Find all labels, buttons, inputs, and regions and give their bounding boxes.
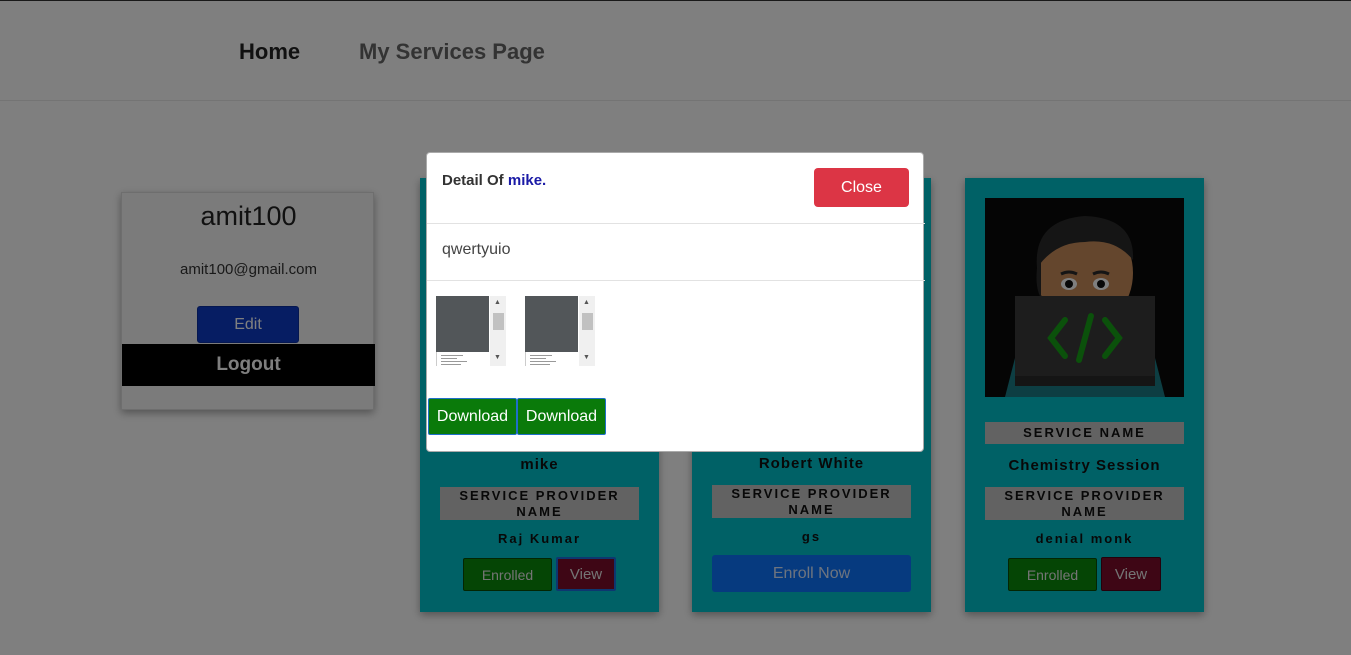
download-button[interactable]: Download <box>517 398 606 435</box>
scroll-up-arrow-icon[interactable]: ▲ <box>583 299 590 307</box>
modal-description: qwertyuio <box>442 241 511 258</box>
scrollbar-thumb[interactable] <box>493 313 504 330</box>
scroll-down-arrow-icon[interactable]: ▼ <box>494 354 501 362</box>
modal-title-name: mike. <box>507 172 547 189</box>
scroll-up-arrow-icon[interactable]: ▲ <box>494 299 501 307</box>
detail-modal: Detail Of mike. Close qwertyuio ▲ ▼ ▲ ▼ … <box>426 152 925 452</box>
scroll-down-arrow-icon[interactable]: ▼ <box>583 354 590 362</box>
page-background: Home My Services Page amit100 amit100@gm… <box>0 0 1351 655</box>
pdf-viewer-background <box>436 296 489 352</box>
pdf-page-preview <box>525 352 578 366</box>
modal-divider <box>427 223 925 224</box>
download-button[interactable]: Download <box>428 398 517 435</box>
modal-title: Detail Of mike. <box>442 172 546 189</box>
close-modal-button[interactable]: Close <box>814 168 909 207</box>
pdf-page-preview <box>436 352 489 366</box>
modal-divider <box>427 280 925 281</box>
scrollbar-thumb[interactable] <box>582 313 593 330</box>
document-preview-frame[interactable]: ▲ ▼ <box>525 296 596 366</box>
document-preview-frame[interactable]: ▲ ▼ <box>436 296 507 366</box>
pdf-viewer-background <box>525 296 578 352</box>
modal-title-prefix: Detail Of <box>442 172 504 189</box>
